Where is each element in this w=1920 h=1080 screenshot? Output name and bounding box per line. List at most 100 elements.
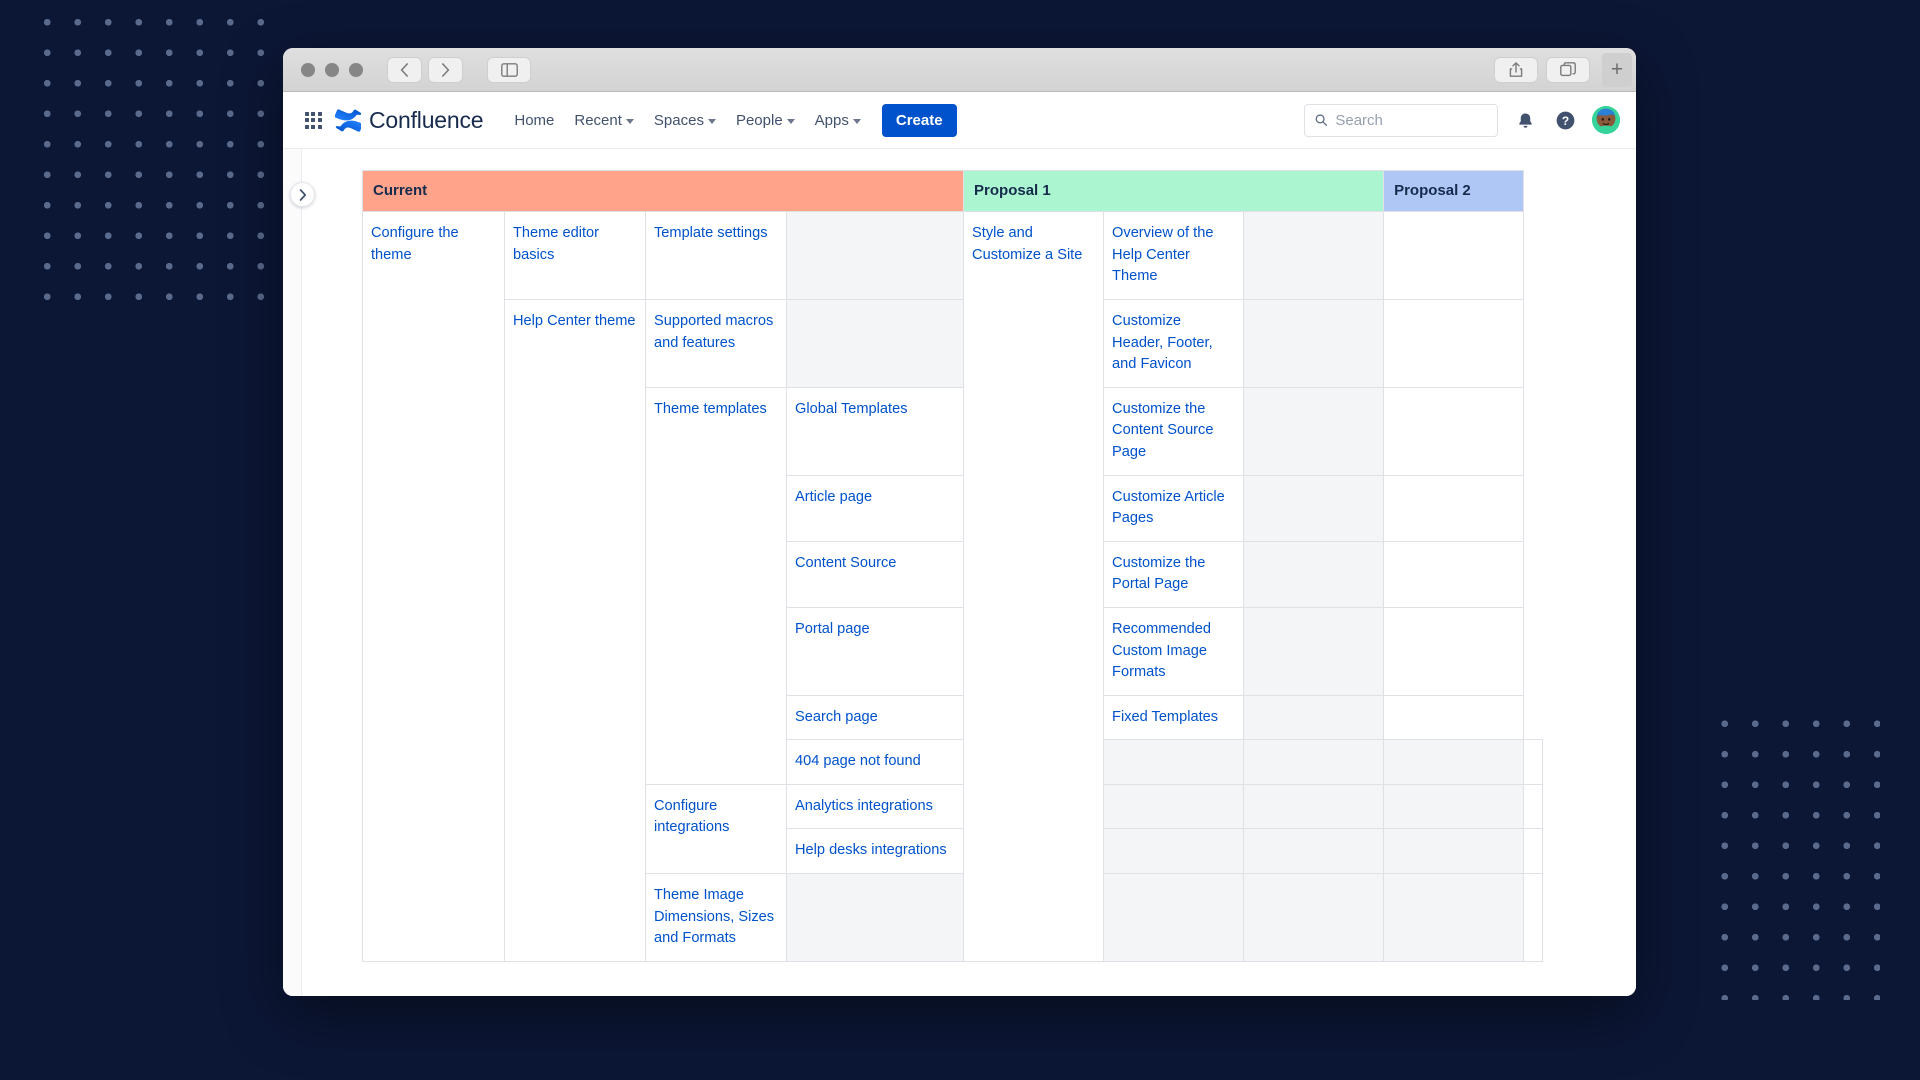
- close-button[interactable]: [301, 62, 315, 77]
- table-cell-empty: [1383, 873, 1525, 962]
- table-cell-empty: [1243, 783, 1385, 830]
- cell-link[interactable]: Configure the theme: [371, 225, 459, 263]
- user-avatar[interactable]: [1592, 106, 1620, 134]
- table-cell-link: Article page: [785, 474, 965, 542]
- cell-link[interactable]: Customize the Portal Page: [1112, 555, 1205, 593]
- question-circle-icon[interactable]: ?: [1552, 107, 1578, 133]
- table-cell-blank: [1523, 828, 1543, 875]
- table-cell-empty: [1383, 783, 1525, 830]
- table-row: Configure the theme Theme editor basics Te…: [362, 211, 1543, 962]
- table-row: Help Center theme Supported macros and fe…: [363, 298, 1543, 962]
- confluence-logo[interactable]: Confluence: [335, 107, 484, 134]
- nav-item-label: Spaces: [653, 111, 704, 129]
- window-controls[interactable]: [301, 62, 363, 77]
- cell-link[interactable]: 404 page not found: [795, 753, 921, 769]
- cell-link[interactable]: Configure integrations: [654, 798, 729, 836]
- share-icon[interactable]: [1494, 56, 1538, 83]
- table-cell-empty: [1243, 739, 1385, 785]
- cell-link[interactable]: Supported macros and features: [654, 313, 773, 351]
- collapsed-sidebar: [283, 149, 302, 996]
- nav-item-spaces[interactable]: Spaces: [645, 105, 725, 136]
- cell-link[interactable]: Global Templates: [795, 401, 908, 417]
- cell-link[interactable]: Theme Image Dimensions, Sizes and Format…: [654, 887, 774, 946]
- nav-item-label: Recent: [574, 111, 622, 129]
- table-cell-empty: [1243, 873, 1385, 962]
- cell-link[interactable]: Customize the Content Source Page: [1112, 401, 1213, 460]
- browser-titlebar: +: [283, 48, 1636, 92]
- forward-button[interactable]: [428, 56, 463, 83]
- tab-overview-icon[interactable]: [1546, 56, 1590, 83]
- table-cell-link: Configure the theme: [362, 211, 505, 962]
- chevron-down-icon: [786, 118, 795, 124]
- table-cell-link: Search page: [785, 694, 965, 741]
- table-cell-link: Customize Article Pages: [1103, 474, 1245, 542]
- browser-window: + Confluence Home Recent Spaces People A…: [283, 48, 1636, 996]
- cell-link[interactable]: Analytics integrations: [795, 798, 933, 814]
- cell-link[interactable]: Customize Header, Footer, and Favicon: [1112, 313, 1213, 372]
- table-cell-blank: [1523, 873, 1543, 962]
- new-tab-button[interactable]: +: [1602, 52, 1632, 87]
- cell-link[interactable]: Article page: [795, 489, 872, 505]
- table-cell-link: Global Templates: [785, 386, 965, 476]
- table-cell-link: Content Source: [785, 540, 965, 608]
- cell-link[interactable]: Content Source: [795, 555, 896, 571]
- table-cell-empty: [1243, 828, 1385, 875]
- cell-link[interactable]: Customize Article Pages: [1112, 489, 1225, 527]
- cell-link[interactable]: Overview of the Help Center Theme: [1112, 225, 1213, 284]
- cell-link[interactable]: Help Center theme: [513, 313, 636, 329]
- table-cell-empty: [1103, 873, 1245, 962]
- table-cell-empty: [1243, 540, 1385, 608]
- nav-item-label: Apps: [814, 111, 849, 129]
- table-cell-blank: [1383, 298, 1525, 388]
- cell-link[interactable]: Search page: [795, 709, 878, 725]
- confluence-navbar: Confluence Home Recent Spaces People App…: [283, 92, 1636, 149]
- table-cell-empty: [1383, 739, 1525, 785]
- table-cell-blank: [1383, 606, 1525, 696]
- table-cell-link: Supported macros and features: [645, 298, 787, 388]
- nav-item-people[interactable]: People: [727, 105, 804, 136]
- table-cell-empty: [1103, 783, 1245, 830]
- cell-link[interactable]: Recommended Custom Image Formats: [1112, 621, 1211, 680]
- nav-item-home[interactable]: Home: [505, 105, 563, 136]
- app-switcher-icon[interactable]: [301, 108, 325, 132]
- nav-item-label: People: [735, 111, 783, 129]
- chevron-down-icon: [707, 118, 716, 124]
- table-cell-empty: [1243, 298, 1385, 388]
- minimize-button[interactable]: [325, 62, 339, 77]
- cell-link[interactable]: Theme templates: [654, 401, 767, 417]
- table-cell-link: Portal page: [785, 606, 965, 696]
- cell-link[interactable]: Help desks integrations: [795, 842, 947, 858]
- back-button[interactable]: [387, 56, 422, 83]
- table-cell-link: 404 page not found: [785, 739, 965, 785]
- table-header-row: Current Proposal 1 Proposal 2: [361, 169, 1543, 213]
- table-cell-link: Overview of the Help Center Theme: [1103, 211, 1245, 300]
- nav-item-apps[interactable]: Apps: [806, 105, 870, 136]
- cell-link[interactable]: Portal page: [795, 621, 870, 637]
- chevron-down-icon: [852, 118, 861, 124]
- cell-link[interactable]: Fixed Templates: [1112, 709, 1218, 725]
- table-cell-empty: [1243, 386, 1385, 476]
- column-header-proposal-2: Proposal 2: [1383, 169, 1525, 213]
- nav-item-recent[interactable]: Recent: [565, 105, 643, 136]
- table-cell-link: Analytics integrations: [785, 783, 965, 830]
- comparison-table: Current Proposal 1 Proposal 2 Configure …: [361, 169, 1543, 962]
- create-button[interactable]: Create: [881, 103, 957, 137]
- cell-link[interactable]: Style and Customize a Site: [972, 225, 1082, 263]
- table-cell-link: Fixed Templates: [1103, 694, 1245, 741]
- table-cell-blank: [1383, 694, 1525, 741]
- titlebar-right-controls: +: [1494, 52, 1632, 87]
- table-cell-link: Customize Header, Footer, and Favicon: [1103, 298, 1245, 388]
- table-cell-empty: [1243, 694, 1385, 741]
- search-input[interactable]: [1335, 111, 1487, 129]
- bell-icon[interactable]: [1512, 107, 1538, 133]
- chevron-right-icon: [299, 188, 306, 201]
- maximize-button[interactable]: [349, 62, 363, 77]
- expand-sidebar-button[interactable]: [290, 182, 315, 207]
- cell-link[interactable]: Theme editor basics: [513, 225, 599, 263]
- table-cell-link: Recommended Custom Image Formats: [1103, 606, 1245, 696]
- table-cell-link: Help Center theme: [504, 298, 646, 962]
- sidebar-toggle-icon[interactable]: [487, 56, 531, 83]
- cell-link[interactable]: Template settings: [654, 225, 768, 241]
- column-header-proposal-1: Proposal 1: [963, 169, 1385, 213]
- search-box[interactable]: [1304, 103, 1498, 137]
